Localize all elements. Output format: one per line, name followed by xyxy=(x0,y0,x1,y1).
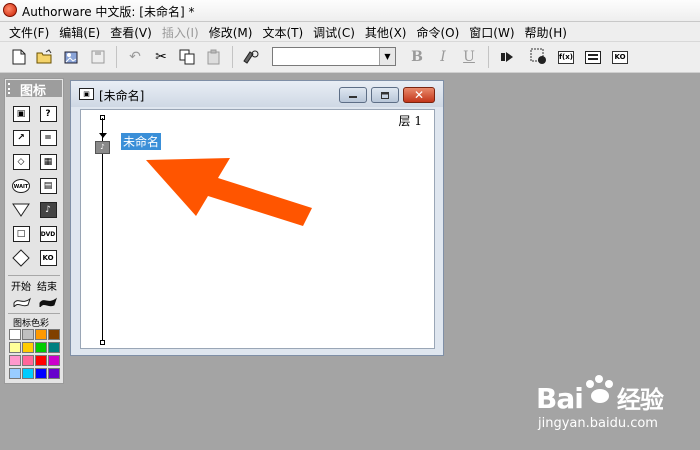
paste-icon[interactable] xyxy=(205,48,223,66)
font-style-select[interactable]: ▼ xyxy=(272,47,396,66)
movie-icon[interactable]: ▤ xyxy=(38,177,58,195)
color-swatch[interactable] xyxy=(22,342,34,353)
underline-button[interactable]: U xyxy=(460,48,478,66)
color-swatch[interactable] xyxy=(35,342,47,353)
maximize-button[interactable] xyxy=(371,87,399,103)
maximize-icon xyxy=(381,91,389,99)
menu-item-10[interactable]: 帮助(H) xyxy=(520,22,572,41)
color-swatch[interactable] xyxy=(9,368,21,379)
menu-item-7[interactable]: 其他(X) xyxy=(360,22,412,41)
color-swatch[interactable] xyxy=(9,355,21,366)
layer-indicator: 层 1 xyxy=(398,114,422,128)
design-window-title: [未命名] xyxy=(99,89,145,103)
knowledge-objects-button[interactable]: KO xyxy=(611,48,629,66)
wait-icon[interactable]: WAIT xyxy=(11,177,31,195)
close-icon: ✕ xyxy=(413,88,425,102)
functions-label: f(x) xyxy=(558,50,574,64)
cut-icon[interactable]: ✂ xyxy=(152,48,170,66)
flowline-end-handle[interactable] xyxy=(100,340,105,345)
palette-title-bar[interactable]: 图标 xyxy=(6,80,62,99)
sound-flow-icon[interactable]: ♪ xyxy=(95,141,110,154)
design-window-title-bar[interactable]: ▣ [未命名] ✕ xyxy=(71,81,443,107)
design-window-icon: ▣ xyxy=(79,88,94,100)
watermark-logo-suffix: 经验 xyxy=(616,386,664,414)
color-swatch[interactable] xyxy=(9,329,21,340)
start-flag-icon[interactable] xyxy=(12,292,32,310)
menu-item-2[interactable]: 查看(V) xyxy=(105,22,157,41)
icon-palette: 图标 ▣ ? ↗ = ◇ ▦ WAIT ▤ ♪ □ DVD KO 开始 结束 图… xyxy=(4,78,64,384)
motion-icon[interactable]: ↗ xyxy=(11,129,31,147)
palette-title: 图标 xyxy=(20,84,47,99)
menu-item-3[interactable]: 插入(I) xyxy=(157,22,204,41)
color-swatch[interactable] xyxy=(48,355,60,366)
end-flag-icon[interactable] xyxy=(38,292,58,310)
authorware-app-icon[interactable] xyxy=(3,3,17,17)
menu-item-4[interactable]: 修改(M) xyxy=(204,22,258,41)
menu-item-0[interactable]: 文件(F) xyxy=(4,22,54,41)
sound-icon[interactable]: ♪ xyxy=(38,201,58,219)
control-panel-icon[interactable] xyxy=(530,48,548,66)
close-button[interactable]: ✕ xyxy=(403,87,435,103)
open-file-icon[interactable] xyxy=(36,48,54,66)
color-swatch[interactable] xyxy=(48,329,60,340)
framework-icon[interactable]: □ xyxy=(11,225,31,243)
navigate-icon[interactable] xyxy=(11,201,31,219)
save-all-icon[interactable] xyxy=(89,48,107,66)
interaction-icon[interactable]: ? xyxy=(38,105,58,123)
ko-icon-label: KO xyxy=(39,250,57,266)
chevron-down-icon[interactable]: ▼ xyxy=(379,48,395,65)
menu-item-9[interactable]: 窗口(W) xyxy=(464,22,519,41)
menu-item-6[interactable]: 调试(C) xyxy=(308,22,360,41)
color-swatch[interactable] xyxy=(48,368,60,379)
wait-label: WAIT xyxy=(12,179,30,193)
color-swatch[interactable] xyxy=(22,368,34,379)
start-flag-label: 开始 xyxy=(11,282,31,293)
color-swatch[interactable] xyxy=(22,355,34,366)
find-icon[interactable] xyxy=(242,48,260,66)
decision-icon[interactable] xyxy=(11,249,31,267)
knowledge-object-icon[interactable]: KO xyxy=(38,249,58,267)
color-swatch[interactable] xyxy=(48,342,60,353)
color-swatch[interactable] xyxy=(35,368,47,379)
color-swatch[interactable] xyxy=(35,329,47,340)
italic-button[interactable]: I xyxy=(434,48,452,66)
import-media-icon[interactable] xyxy=(63,48,81,66)
app-title-bar: Authorware 中文版: [未命名] * xyxy=(0,0,700,22)
menu-item-8[interactable]: 命令(O) xyxy=(411,22,464,41)
erase-icon[interactable]: ◇ xyxy=(11,153,31,171)
video-icon[interactable]: DVD xyxy=(38,225,58,243)
minimize-button[interactable] xyxy=(339,87,367,103)
end-flag-label: 结束 xyxy=(37,282,57,293)
map-icon[interactable]: ▦ xyxy=(38,153,58,171)
undo-icon[interactable]: ↶ xyxy=(126,48,144,66)
menu-list: 文件(F) 编辑(E) 查看(V) 插入(I) 修改(M) 文本(T) 调试(C) 其他(X)… xyxy=(4,22,572,41)
color-swatch[interactable] xyxy=(35,355,47,366)
annotation-arrow-icon xyxy=(146,158,312,226)
minimize-icon xyxy=(349,96,357,98)
watermark-url: jingyan.baidu.com xyxy=(538,416,658,431)
display-icon[interactable]: ▣ xyxy=(11,105,31,123)
icon-color-label: 图标色彩 xyxy=(13,319,50,329)
calculation-icon[interactable]: = xyxy=(38,129,58,147)
run-icon[interactable] xyxy=(498,48,516,66)
knowledge-objects-label: KO xyxy=(612,50,628,64)
app-title: Authorware 中文版: [未命名] * xyxy=(22,5,195,19)
copy-icon[interactable] xyxy=(178,48,196,66)
color-swatch[interactable] xyxy=(22,329,34,340)
new-file-icon[interactable] xyxy=(10,48,28,66)
watermark-logo: Bai xyxy=(536,382,584,415)
menu-item-1[interactable]: 编辑(E) xyxy=(54,22,105,41)
toolbar: ↶ ✂ ▼ B I U f(x) KO xyxy=(0,42,700,73)
dvd-label: DVD xyxy=(39,226,57,242)
bold-button[interactable]: B xyxy=(408,48,426,66)
menu-item-5[interactable]: 文本(T) xyxy=(257,22,308,41)
color-swatch[interactable] xyxy=(9,342,21,353)
variables-icon[interactable] xyxy=(584,48,602,66)
paste-hand-arrow-icon xyxy=(99,133,107,138)
menu-bar: 文件(F) 编辑(E) 查看(V) 插入(I) 修改(M) 文本(T) 调试(C) 其他(X)… xyxy=(0,22,700,42)
functions-button[interactable]: f(x) xyxy=(557,48,575,66)
